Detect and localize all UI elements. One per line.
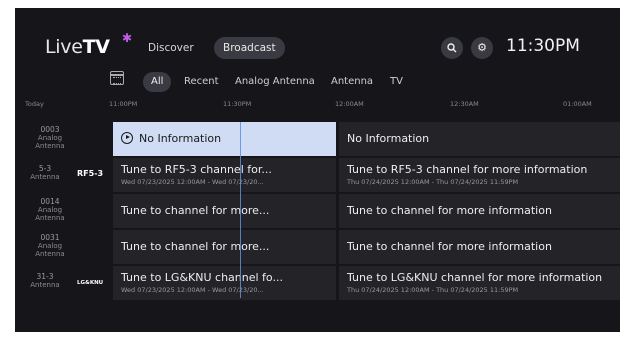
program-time: Thu 07/24/2025 12:00AM - Thu 07/24/2025 … [347, 286, 519, 294]
timeline-tick: 12:00AM [335, 100, 364, 108]
channel-row-header[interactable]: 0031 Analog Antenna [15, 230, 113, 264]
program-cell-focused[interactable]: No Information [113, 122, 336, 156]
channel-type: Antenna [35, 214, 65, 222]
timeline-header: Today 11:00PM 11:30PM 12:00AM 12:30AM 01… [15, 100, 620, 112]
program-title: Tune to channel for more information [347, 240, 552, 253]
program-cell[interactable]: Tune to RF5-3 channel for more informati… [339, 158, 620, 192]
calendar-icon[interactable] [110, 71, 124, 85]
channel-number: 5-3 [38, 164, 52, 173]
channel-type: Antenna [30, 281, 60, 289]
channel-number-block: 5-3 Antenna [15, 162, 75, 182]
channel-brand-label: RF5-3 [77, 169, 104, 178]
channel-number: 31-3 [36, 272, 54, 281]
program-title: Tune to channel for more information [347, 204, 552, 217]
channel-number: 0014 [40, 197, 60, 206]
channel-type: Antenna [30, 173, 60, 181]
tv-guide-screen: LiveTV ✱ Discover Broadcast ⚙ 11:30PM Al… [15, 8, 620, 332]
program-title: Tune to RF5-3 channel for more informati… [347, 163, 588, 176]
program-title: Tune to LG&KNU channel fo... [121, 271, 283, 284]
timeline-tick: 12:30AM [450, 100, 479, 108]
channel-number-block: 0014 Analog Antenna [15, 197, 85, 223]
program-cell[interactable]: Tune to channel for more... [113, 194, 336, 228]
settings-button[interactable]: ⚙ [471, 37, 493, 59]
filter-tv[interactable]: TV [390, 72, 403, 92]
clock: 11:30PM [506, 36, 580, 56]
filter-all[interactable]: All [143, 72, 172, 92]
nav-discover[interactable]: Discover [139, 37, 203, 59]
program-cell[interactable]: Tune to LG&KNU channel fo... Wed 07/23/2… [113, 266, 336, 300]
channel-type: Antenna [35, 142, 65, 150]
logo-text-live: Live [45, 36, 83, 58]
play-icon [121, 132, 133, 144]
channel-type: Antenna [35, 250, 65, 258]
search-button[interactable] [441, 37, 463, 59]
program-cell[interactable]: Tune to LG&KNU channel for more informat… [339, 266, 620, 300]
program-cell[interactable]: No Information [339, 122, 620, 156]
program-cell[interactable]: Tune to channel for more... [113, 230, 336, 264]
channel-row-header[interactable]: 31-3 Antenna LG&KNU [15, 266, 113, 300]
program-title: Tune to LG&KNU channel for more informat… [347, 271, 603, 284]
program-cell[interactable]: Tune to channel for more information [339, 194, 620, 228]
channel-number-block: 0031 Analog Antenna [15, 233, 85, 259]
program-title: No Information [139, 132, 222, 145]
channel-type: Analog [37, 242, 63, 250]
program-title: Tune to channel for more... [121, 240, 270, 253]
current-time-indicator [240, 122, 241, 298]
channel-brand-label: LG&KNU [77, 280, 104, 286]
program-time: Thu 07/24/2025 12:00AM - Thu 07/24/2025 … [347, 178, 519, 186]
timeline-tick: 11:00PM [109, 100, 138, 108]
search-icon [447, 43, 457, 53]
filter-antenna[interactable]: Antenna [331, 72, 373, 92]
logo-text-tv: TV [82, 36, 110, 58]
channel-number-block: 0003 Analog Antenna [15, 125, 85, 151]
program-time: Wed 07/23/2025 12:00AM - Wed 07/23/20... [121, 178, 264, 186]
filter-analog-antenna[interactable]: Analog Antenna [235, 72, 315, 92]
program-title: Tune to channel for more... [121, 204, 270, 217]
livetv-logo: LiveTV ✱ [45, 31, 132, 58]
filter-recent[interactable]: Recent [184, 72, 219, 92]
channel-type: Analog [37, 134, 63, 142]
channel-number: 0003 [40, 125, 60, 134]
channel-row-header[interactable]: 5-3 Antenna RF5-3 [15, 158, 113, 192]
channel-number-block: 31-3 Antenna [15, 270, 75, 290]
gear-icon: ⚙ [477, 41, 487, 54]
program-cell[interactable]: Tune to RF5-3 channel for... Wed 07/23/2… [113, 158, 336, 192]
channel-type: Analog [37, 206, 63, 214]
nav-broadcast[interactable]: Broadcast [214, 37, 285, 59]
channel-number: 0031 [40, 233, 60, 242]
channel-row-header[interactable]: 0003 Analog Antenna [15, 122, 113, 156]
program-cell[interactable]: Tune to channel for more information [339, 230, 620, 264]
timeline-today: Today [25, 100, 44, 108]
channel-row-header[interactable]: 0014 Analog Antenna [15, 194, 113, 228]
timeline-tick: 11:30PM [223, 100, 252, 108]
program-title: Tune to RF5-3 channel for... [121, 163, 272, 176]
timeline-tick: 01:00AM [563, 100, 592, 108]
logo-sparkle-icon: ✱ [122, 31, 132, 45]
program-time: Wed 07/23/2025 12:00AM - Wed 07/23/20... [121, 286, 264, 294]
program-title: No Information [347, 132, 430, 145]
